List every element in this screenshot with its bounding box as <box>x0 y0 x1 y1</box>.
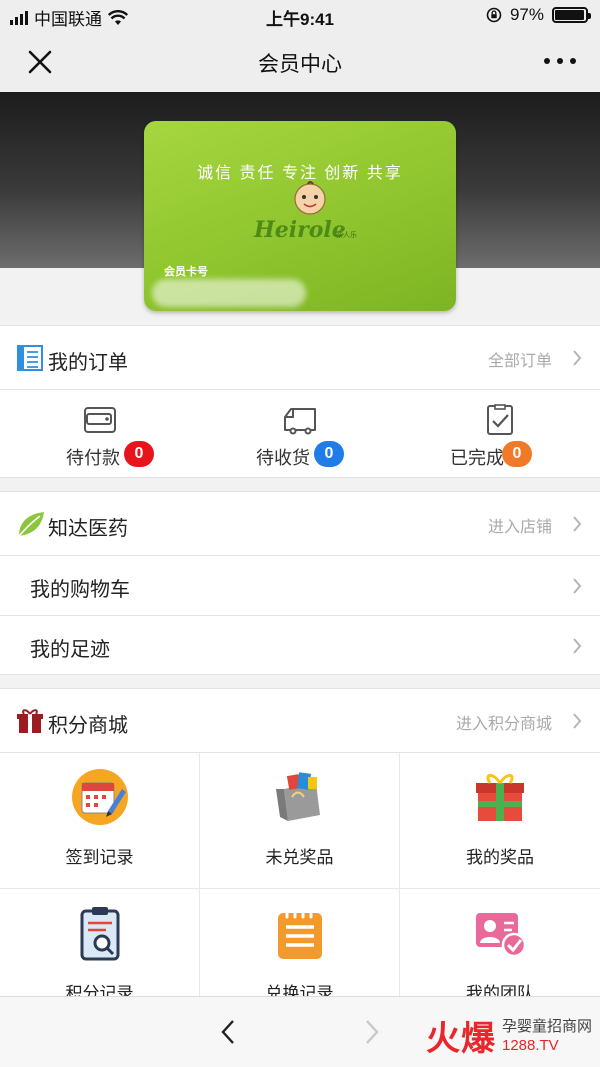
truck-icon <box>284 408 316 435</box>
clipboard-search-icon <box>80 907 120 961</box>
watermark-big: 火爆 <box>425 1020 496 1058</box>
checked-document-icon <box>487 404 513 435</box>
browser-toolbar: 火爆 孕婴童招商网 1288.TV <box>0 996 600 1067</box>
pending-payment-label: 待付款 <box>66 448 120 468</box>
footprint-row[interactable]: 我的足迹 <box>0 616 600 676</box>
member-card[interactable]: 诚信 责任 专注 创新 共享 Heirole 亲人乐 会员卡号 <box>144 121 456 311</box>
chevron-right-icon <box>573 638 582 654</box>
orders-title: 我的订单 <box>48 352 128 374</box>
notepad-icon <box>278 907 322 959</box>
logo-text: Heirole <box>253 217 346 243</box>
completed-item[interactable]: 已完成 0 <box>400 390 600 478</box>
completed-badge: 0 <box>502 441 532 467</box>
cart-label: 我的购物车 <box>30 579 130 601</box>
shop-header[interactable]: 知达医药 进入店铺 <box>0 492 600 556</box>
checkin-record-cell[interactable]: 签到记录 <box>0 753 200 889</box>
logo-subtext: 亲人乐 <box>336 230 357 239</box>
shop-section: 知达医药 进入店铺 我的购物车 我的足迹 <box>0 491 600 675</box>
pending-payment-item[interactable]: 待付款 0 <box>0 390 200 478</box>
enter-mall-link[interactable]: 进入积分商城 <box>456 710 552 734</box>
status-bar: 中国联通 上午9:41 97% <box>0 0 600 32</box>
calendar-icon <box>72 769 128 825</box>
battery-icon <box>552 7 591 23</box>
points-mall-section: 积分商城 进入积分商城 签到记录 未兑奖品 我的奖品 积分记录 兑换记录 我的团… <box>0 688 600 1025</box>
pending-receipt-label: 待收货 <box>256 448 310 468</box>
watermark-line2: 1288.TV <box>501 1036 559 1054</box>
gift-icon <box>17 709 43 733</box>
brand-logo: Heirole 亲人乐 <box>253 181 357 243</box>
cart-row[interactable]: 我的购物车 <box>0 556 600 616</box>
card-slogan: 诚信 责任 专注 创新 共享 <box>197 165 403 182</box>
chevron-right-icon <box>573 516 582 532</box>
order-list-icon <box>17 345 43 371</box>
pending-receipt-badge: 0 <box>314 441 344 467</box>
more-icon[interactable] <box>544 58 576 64</box>
mall-title: 积分商城 <box>48 715 128 737</box>
shop-title: 知达医药 <box>48 518 128 540</box>
back-arrow-icon[interactable] <box>220 1019 236 1045</box>
order-status-row: 待付款 0 待收货 0 已完成 0 <box>0 390 600 478</box>
forward-arrow-icon[interactable] <box>364 1019 380 1045</box>
unredeemed-prizes-label: 未兑奖品 <box>265 848 334 867</box>
battery-percent: 97% <box>509 5 544 24</box>
chevron-right-icon <box>573 713 582 729</box>
card-number-label: 会员卡号 <box>164 266 208 278</box>
watermark-line1: 孕婴童招商网 <box>501 1017 592 1035</box>
all-orders-link[interactable]: 全部订单 <box>488 347 552 371</box>
orientation-lock-icon <box>486 7 502 23</box>
gift-box-icon <box>476 774 524 821</box>
mall-header[interactable]: 积分商城 进入积分商城 <box>0 689 600 753</box>
leaf-icon <box>18 512 44 537</box>
enter-shop-link[interactable]: 进入店铺 <box>488 513 552 537</box>
footprint-label: 我的足迹 <box>30 639 110 661</box>
my-prizes-label: 我的奖品 <box>466 848 534 867</box>
watermark: 火爆 孕婴童招商网 1288.TV <box>426 1011 592 1060</box>
my-prizes-cell[interactable]: 我的奖品 <box>400 753 600 889</box>
pending-payment-badge: 0 <box>124 441 154 467</box>
orders-section: 我的订单 全部订单 待付款 0 待收货 0 已完成 0 <box>0 325 600 478</box>
unredeemed-prizes-cell[interactable]: 未兑奖品 <box>200 753 400 889</box>
chevron-right-icon <box>573 350 582 366</box>
chevron-right-icon <box>573 578 582 594</box>
team-card-icon <box>476 913 527 958</box>
orders-header[interactable]: 我的订单 全部订单 <box>0 326 600 390</box>
page-title: 会员中心 <box>258 53 342 76</box>
gift-bag-icon <box>276 772 320 821</box>
pending-receipt-item[interactable]: 待收货 0 <box>200 390 400 478</box>
card-number-masked <box>152 279 306 307</box>
wallet-icon <box>84 407 116 433</box>
nav-bar: 会员中心 <box>0 32 600 92</box>
completed-label: 已完成 <box>450 448 504 468</box>
checkin-record-label: 签到记录 <box>65 848 134 867</box>
